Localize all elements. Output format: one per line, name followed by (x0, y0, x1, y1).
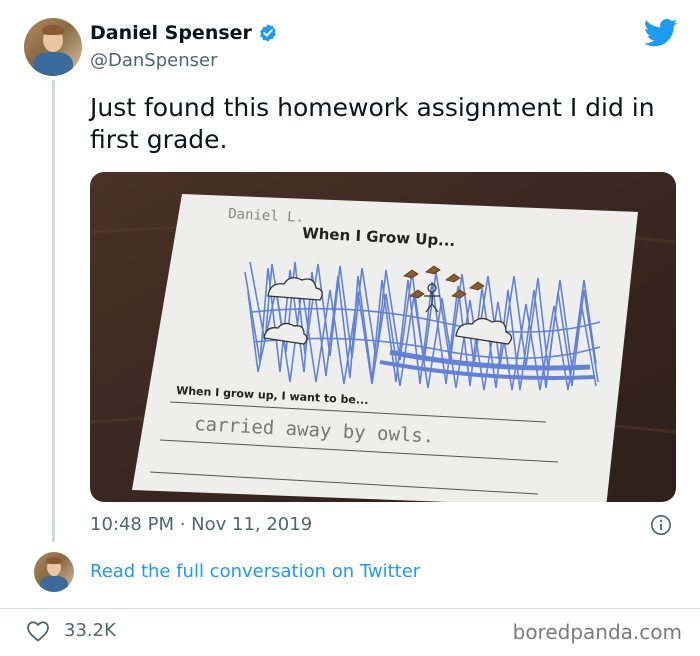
author-avatar-small[interactable] (34, 552, 74, 592)
avatar-body (33, 52, 73, 76)
heart-icon[interactable] (26, 620, 50, 642)
tweet-text: Just found this homework assignment I di… (90, 93, 655, 154)
info-icon[interactable] (650, 514, 672, 536)
author-handle[interactable]: @DanSpenser (90, 50, 218, 71)
tweet-timestamp[interactable]: 10:48 PM · Nov 11, 2019 (90, 514, 312, 535)
homework-photo: Daniel L. When I Grow Up... When I grow … (90, 172, 676, 502)
tweet-photo[interactable]: Daniel L. When I Grow Up... When I grow … (90, 172, 676, 502)
read-conversation-link[interactable]: Read the full conversation on Twitter (90, 561, 420, 582)
footer-divider (0, 608, 700, 609)
author-name[interactable]: Daniel Spenser (90, 22, 252, 44)
thread-line (52, 80, 55, 542)
avatar-hair (46, 557, 62, 564)
avatar-hair (42, 25, 64, 35)
source-watermark: boredpanda.com (512, 620, 682, 644)
verified-badge-icon (260, 24, 276, 42)
author-avatar[interactable] (24, 18, 82, 76)
twitter-bird-icon[interactable] (644, 18, 678, 48)
avatar-body (40, 576, 68, 592)
like-count[interactable]: 33.2K (64, 620, 116, 641)
author-name-row[interactable]: Daniel Spenser (90, 22, 278, 44)
